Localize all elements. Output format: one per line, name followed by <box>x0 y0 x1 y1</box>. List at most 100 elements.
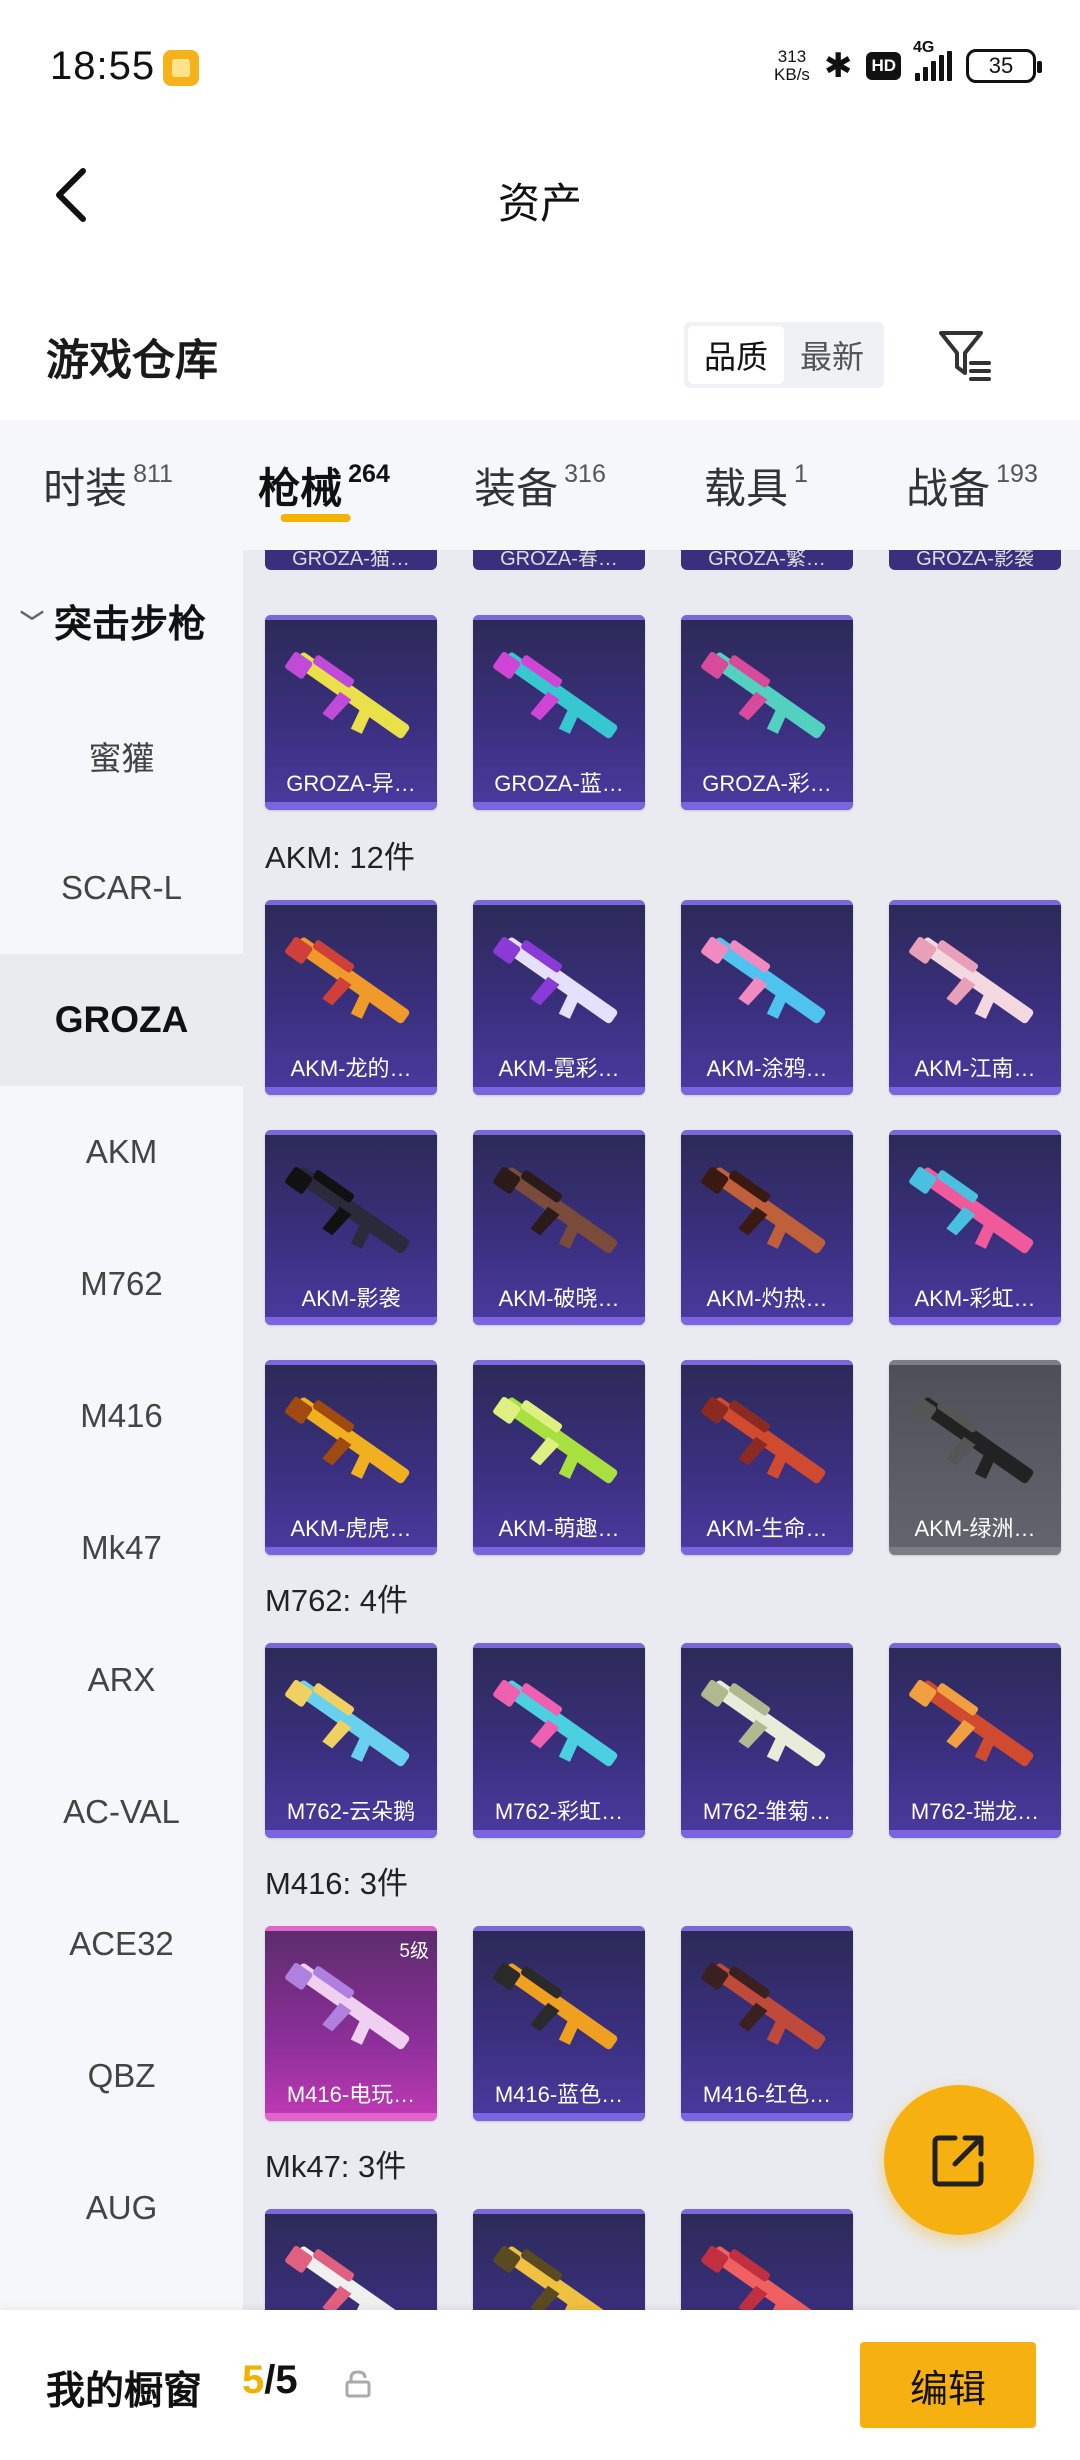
skin-card[interactable]: M762-雏菊… <box>681 1643 853 1838</box>
bluetooth-icon: ✱ <box>823 46 853 86</box>
weapon-image <box>909 1679 1034 1767</box>
filter-button[interactable] <box>930 320 1000 390</box>
weapon-image <box>909 1396 1034 1484</box>
group-title-m416: M416: 3件 <box>265 1866 409 1901</box>
sort-toggle: 品质 最新 <box>684 322 884 388</box>
filter-icon <box>939 331 991 381</box>
skin-card[interactable]: GROZA-蓝… <box>473 615 645 810</box>
sidebar-item-akm[interactable]: AKM <box>0 1086 243 1218</box>
skin-card[interactable]: AKM-涂鸦… <box>681 900 853 1095</box>
edit-button[interactable]: 编辑 <box>860 2342 1036 2428</box>
weapon-image <box>909 936 1034 1024</box>
skin-card[interactable]: GROZA-繁… <box>681 550 853 570</box>
sidebar-item-m416[interactable]: M416 <box>0 1350 243 1482</box>
sidebar-item-honey-badger[interactable]: 蜜獾 <box>0 690 243 822</box>
weapon-skin-grid: GROZA-猫… GROZA-春… GROZA-繁… GROZA-影袭 GROZ… <box>243 550 1080 2310</box>
weapon-image <box>493 1679 618 1767</box>
sidebar-item-groza[interactable]: GROZA <box>0 954 243 1086</box>
skin-card[interactable]: 5级 M416-电玩… <box>265 1926 437 2121</box>
lock-icon <box>345 2370 371 2398</box>
network-type: 4G <box>913 39 935 56</box>
weapon-image <box>285 936 410 1024</box>
hd-badge: HD <box>866 52 901 80</box>
skin-card[interactable] <box>265 2209 437 2310</box>
section-title: 游戏仓库 <box>46 337 218 385</box>
skin-card[interactable]: AKM-萌趣… <box>473 1360 645 1555</box>
sidebar-item-arx[interactable]: ARX <box>0 1614 243 1746</box>
group-title-m762: M762: 4件 <box>265 1583 409 1618</box>
skin-card[interactable]: GROZA-彩… <box>681 615 853 810</box>
skin-card[interactable]: M762-云朵鹅 <box>265 1643 437 1838</box>
weapon-image <box>285 1396 410 1484</box>
skin-card[interactable]: AKM-龙的… <box>265 900 437 1095</box>
skin-card[interactable]: M416-蓝色… <box>473 1926 645 2121</box>
status-indicators: 313 KB/s ✱ HD 4G 35 <box>774 39 1042 88</box>
showcase-title: 我的橱窗 <box>46 2370 203 2413</box>
skin-card[interactable]: AKM-霓彩… <box>473 900 645 1095</box>
weapon-image <box>701 1396 826 1484</box>
status-time: 18:55 <box>50 44 156 88</box>
sidebar-item-ac-val[interactable]: AC-VAL <box>0 1746 243 1878</box>
showcase-count: 5/5 <box>242 2358 298 2402</box>
weapon-sidebar: ﹀ 突击步枪 蜜獾 SCAR-L GROZA AKM M762 M416 Mk4… <box>0 550 243 2310</box>
sidebar-item-qbz[interactable]: QBZ <box>0 2010 243 2142</box>
sidebar-item-aug[interactable]: AUG <box>0 2142 243 2274</box>
group-title-akm: AKM: 12件 <box>265 840 415 875</box>
skin-card[interactable]: AKM-破晓… <box>473 1130 645 1325</box>
sidebar-item-mk47[interactable]: Mk47 <box>0 1482 243 1614</box>
weapon-image <box>493 2245 618 2310</box>
skin-card[interactable]: GROZA-猫… <box>265 550 437 570</box>
weapon-image <box>909 1166 1034 1254</box>
sidebar-item-m762[interactable]: M762 <box>0 1218 243 1350</box>
network-speed: 313 KB/s <box>774 47 810 84</box>
signal-icon: 4G <box>913 39 952 81</box>
weapon-image <box>493 936 618 1024</box>
sort-option-quality[interactable]: 品质 <box>688 326 784 384</box>
tab-firearms[interactable]: 枪械 264 <box>216 420 432 550</box>
skin-card[interactable]: GROZA-异… <box>265 615 437 810</box>
share-button[interactable] <box>884 2085 1034 2235</box>
skin-card[interactable]: AKM-江南… <box>889 900 1061 1095</box>
notification-app-icon <box>163 50 199 86</box>
page-title: 资产 <box>497 180 582 227</box>
skin-card[interactable]: M416-红色… <box>681 1926 853 2121</box>
tab-fashion[interactable]: 时装 811 <box>0 420 216 550</box>
weapon-image <box>493 651 618 739</box>
tab-vehicles[interactable]: 载具 1 <box>648 420 864 550</box>
weapon-image <box>493 1396 618 1484</box>
weapon-image <box>285 1962 410 2050</box>
skin-card[interactable]: AKM-绿洲… <box>889 1360 1061 1555</box>
skin-card[interactable]: M762-瑞龙… <box>889 1643 1061 1838</box>
level-badge: 5级 <box>399 1941 429 1962</box>
chevron-down-icon: ﹀ <box>20 609 44 637</box>
battery-icon: 35 <box>966 49 1042 83</box>
sidebar-group-assault-rifles[interactable]: ﹀ 突击步枪 <box>0 550 243 690</box>
sidebar-item-scar-l[interactable]: SCAR-L <box>0 822 243 954</box>
skin-card[interactable]: AKM-彩虹… <box>889 1130 1061 1325</box>
weapon-image <box>701 2245 826 2310</box>
weapon-image <box>701 1166 826 1254</box>
weapon-image <box>493 1166 618 1254</box>
tab-combat-gear[interactable]: 战备 193 <box>864 420 1080 550</box>
skin-card[interactable]: GROZA-影袭 <box>889 550 1061 570</box>
skin-card[interactable]: AKM-生命… <box>681 1360 853 1555</box>
skin-card[interactable]: GROZA-春… <box>473 550 645 570</box>
weapon-image <box>701 1679 826 1767</box>
skin-card[interactable]: AKM-影袭 <box>265 1130 437 1325</box>
weapon-image <box>285 1166 410 1254</box>
sort-option-latest[interactable]: 最新 <box>784 326 880 384</box>
warehouse-header: 游戏仓库 品质 最新 <box>0 300 1080 420</box>
app-header: 资产 <box>0 130 1080 260</box>
weapon-image <box>285 1679 410 1767</box>
share-external-icon <box>932 2135 984 2187</box>
tab-equipment[interactable]: 装备 316 <box>432 420 648 550</box>
weapon-image <box>701 936 826 1024</box>
sidebar-item-ace32[interactable]: ACE32 <box>0 1878 243 2010</box>
group-title-mk47: Mk47: 3件 <box>265 2149 407 2184</box>
skin-card[interactable]: M762-彩虹… <box>473 1643 645 1838</box>
skin-card[interactable]: AKM-灼热… <box>681 1130 853 1325</box>
showcase-bar: 我的橱窗 5/5 编辑 <box>0 2310 1080 2460</box>
skin-card[interactable] <box>473 2209 645 2310</box>
skin-card[interactable] <box>681 2209 853 2310</box>
skin-card[interactable]: AKM-虎虎… <box>265 1360 437 1555</box>
